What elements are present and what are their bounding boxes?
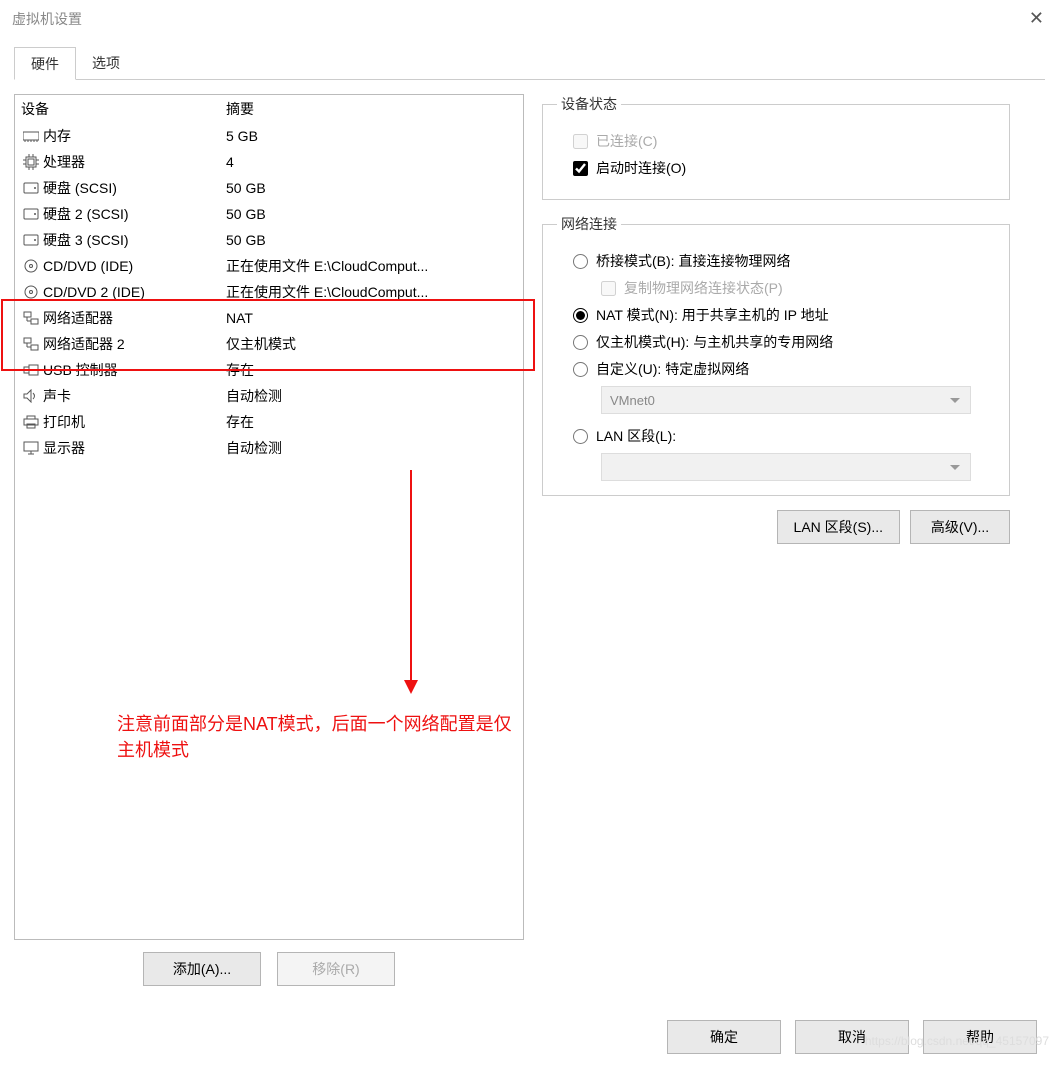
- device-row[interactable]: 打印机存在: [15, 409, 523, 435]
- device-name: CD/DVD 2 (IDE): [43, 284, 226, 300]
- dropdown-custom-vmnet: VMnet0: [601, 386, 971, 414]
- close-icon[interactable]: ✕: [1029, 8, 1044, 29]
- printer-icon: [21, 415, 41, 429]
- device-name: 显示器: [43, 438, 226, 458]
- chk-connected: [573, 134, 588, 149]
- chk-replicate: [601, 281, 616, 296]
- disk-icon: [21, 208, 41, 220]
- fieldset-device-status: 设备状态 已连接(C) 启动时连接(O): [542, 94, 1010, 200]
- dropdown-lanseg: [601, 453, 971, 481]
- display-icon: [21, 441, 41, 455]
- radio-custom[interactable]: [573, 362, 588, 377]
- device-name: 硬盘 2 (SCSI): [43, 204, 226, 224]
- cpu-icon: [21, 154, 41, 170]
- chk-connect-at-start[interactable]: [573, 161, 588, 176]
- device-row[interactable]: 处理器4: [15, 149, 523, 175]
- device-row[interactable]: 显示器自动检测: [15, 435, 523, 461]
- remove-button[interactable]: 移除(R): [277, 952, 395, 986]
- device-summary: 5 GB: [226, 128, 517, 144]
- ok-button[interactable]: 确定: [667, 1020, 781, 1054]
- device-row[interactable]: 硬盘 (SCSI)50 GB: [15, 175, 523, 201]
- device-summary: 存在: [226, 412, 517, 432]
- disk-icon: [21, 182, 41, 194]
- device-row[interactable]: CD/DVD (IDE)正在使用文件 E:\CloudComput...: [15, 253, 523, 279]
- device-row[interactable]: 硬盘 3 (SCSI)50 GB: [15, 227, 523, 253]
- legend-network: 网络连接: [557, 214, 621, 234]
- device-summary: 50 GB: [226, 206, 517, 222]
- cd-icon: [21, 258, 41, 274]
- add-button[interactable]: 添加(A)...: [143, 952, 261, 986]
- device-list: 设备 摘要 内存5 GB处理器4硬盘 (SCSI)50 GB硬盘 2 (SCSI…: [14, 94, 524, 940]
- tab-strip: 硬件 选项: [14, 46, 1045, 80]
- device-summary: 自动检测: [226, 438, 517, 458]
- tab-options[interactable]: 选项: [76, 47, 136, 80]
- radio-bridged[interactable]: [573, 254, 588, 269]
- annotation-arrow: [410, 470, 424, 694]
- cancel-button[interactable]: 取消: [795, 1020, 909, 1054]
- device-row[interactable]: 声卡自动检测: [15, 383, 523, 409]
- device-summary: 50 GB: [226, 232, 517, 248]
- advanced-button[interactable]: 高级(V)...: [910, 510, 1010, 544]
- radio-hostonly[interactable]: [573, 335, 588, 350]
- device-row[interactable]: 硬盘 2 (SCSI)50 GB: [15, 201, 523, 227]
- device-summary: 自动检测: [226, 386, 517, 406]
- device-row[interactable]: 内存5 GB: [15, 123, 523, 149]
- radio-lanseg[interactable]: [573, 429, 588, 444]
- annotation-highlight-box: [1, 299, 535, 371]
- col-header-summary: 摘要: [226, 99, 517, 119]
- help-button[interactable]: 帮助: [923, 1020, 1037, 1054]
- device-name: 声卡: [43, 386, 226, 406]
- device-name: 硬盘 (SCSI): [43, 178, 226, 198]
- legend-device-status: 设备状态: [557, 94, 621, 114]
- device-name: 硬盘 3 (SCSI): [43, 230, 226, 250]
- device-name: 内存: [43, 126, 226, 146]
- radio-nat[interactable]: [573, 308, 588, 323]
- device-summary: 4: [226, 154, 517, 170]
- lanseg-button[interactable]: LAN 区段(S)...: [777, 510, 900, 544]
- device-name: CD/DVD (IDE): [43, 258, 226, 274]
- disk-icon: [21, 234, 41, 246]
- sound-icon: [21, 389, 41, 403]
- device-name: 打印机: [43, 412, 226, 432]
- fieldset-network-connection: 网络连接 桥接模式(B): 直接连接物理网络 复制物理网络连接状态(P) NAT…: [542, 214, 1010, 496]
- window-title: 虚拟机设置: [12, 9, 82, 29]
- device-name: 处理器: [43, 152, 226, 172]
- annotation-text: 注意前面部分是NAT模式，后面一个网络配置是仅主机模式: [117, 710, 523, 762]
- device-summary: 50 GB: [226, 180, 517, 196]
- cd-icon: [21, 284, 41, 300]
- tab-hardware[interactable]: 硬件: [14, 47, 76, 80]
- memory-icon: [21, 130, 41, 142]
- col-header-device: 设备: [21, 99, 226, 119]
- device-summary: 正在使用文件 E:\CloudComput...: [226, 256, 517, 276]
